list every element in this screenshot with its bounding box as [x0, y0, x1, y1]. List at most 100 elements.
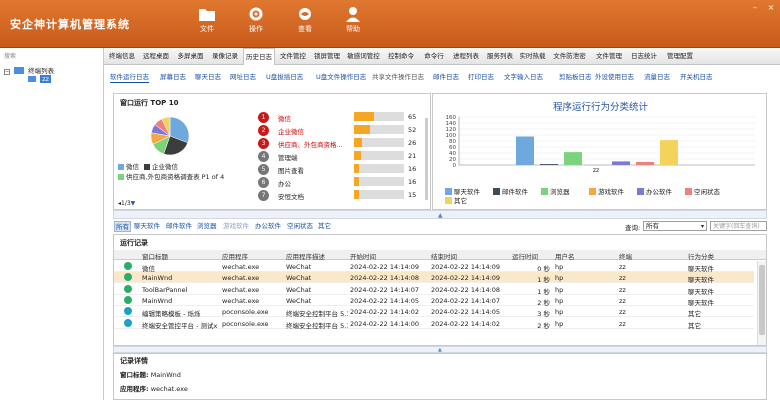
subtab-2[interactable]: 聊天日志 — [195, 72, 221, 83]
minimize-button[interactable]: – — [748, 3, 762, 13]
column-header[interactable]: 应用程序描述 — [286, 251, 325, 261]
ranking-row[interactable]: 5 图片查看 16 — [256, 164, 426, 175]
subtab-6[interactable]: 共享文件操作日志 — [372, 72, 424, 83]
column-header[interactable]: 行为分类 — [688, 251, 714, 261]
column-header[interactable]: 应用程序 — [222, 251, 248, 261]
subtab-5[interactable]: U盘文件操作日志 — [316, 72, 366, 83]
menu-tab-3[interactable]: 录像记录 — [209, 48, 241, 65]
menu-tab-11[interactable]: 服务列表 — [484, 48, 516, 65]
file-button[interactable]: 文件 — [187, 6, 227, 44]
ranking-row[interactable]: 3 供应商、外包商资格... 26 — [256, 138, 426, 149]
menu-tab-1[interactable]: 远程桌面 — [140, 48, 172, 65]
ranking-pager[interactable]: ◂1/3▼ — [118, 200, 135, 207]
column-header[interactable]: 终端 — [619, 251, 632, 261]
subtab-3[interactable]: 网址日志 — [230, 72, 256, 83]
detail-splitter[interactable]: ▲ — [113, 346, 767, 353]
record-details-panel: 记录详情 窗口标题: MainWnd 应用程序: wechat.exe — [113, 353, 767, 400]
table-row[interactable]: ToolBarPannel wechat.exe WeChat 2024-02-22 … — [114, 284, 754, 296]
legend-swatch — [685, 188, 692, 195]
ranking-row[interactable]: 2 企业微信 52 — [256, 125, 426, 136]
scroll-thumb[interactable] — [759, 265, 765, 335]
menu-tab-9[interactable]: 命令行 — [420, 48, 448, 65]
menu-tab-4[interactable]: 历史日志 — [243, 48, 275, 65]
table-row[interactable]: MainWnd wechat.exe WeChat 2024-02-22 14:14:… — [114, 272, 754, 284]
filter-tab-2[interactable]: 邮件软件 — [166, 221, 192, 232]
menu-tab-5[interactable]: 文件管控 — [277, 48, 309, 65]
query-select[interactable]: 所有 ▾ — [643, 221, 707, 231]
pie-legend-supplier: 供应商,外包商资格调查表 P1 of 4 — [118, 173, 230, 182]
table-row[interactable]: MainWnd wechat.exe WeChat 2024-02-22 14:14:… — [114, 295, 754, 307]
subtab-8[interactable]: 打印日志 — [468, 72, 494, 83]
eye-icon — [299, 8, 311, 20]
menu-tab-7[interactable]: 敏感词管控 — [345, 48, 382, 65]
menu-tab-6[interactable]: 锁屏管理 — [311, 48, 343, 65]
filter-bar: 查询: 所有 ▾ 关键字(回车查询) 所有 聊天软件 邮件软件 浏览器 游戏软件 办公软件空… — [113, 221, 767, 233]
table-cell: ToolBarPannel — [142, 285, 188, 294]
operate-button-label: 操作 — [249, 25, 263, 33]
keyword-search-input[interactable]: 关键字(回车查询) — [710, 221, 767, 231]
tree-item-zz[interactable]: zz — [28, 75, 51, 83]
filter-tab-0[interactable]: 所有 — [114, 221, 131, 232]
subtab-7[interactable]: 邮件日志 — [433, 72, 459, 83]
subtab-1[interactable]: 屏幕日志 — [160, 72, 186, 83]
tree-root[interactable]: − 终端列表 — [4, 65, 100, 75]
chart-legend-item: 邮件软件 — [493, 186, 528, 196]
expand-icon[interactable]: − — [4, 69, 10, 75]
ranking-row[interactable]: 4 管理端 21 — [256, 151, 426, 162]
next-page-icon[interactable]: ▼ — [131, 200, 136, 207]
subtab-10[interactable]: 剪贴板日志 — [559, 72, 592, 83]
ranking-scrollbar[interactable] — [425, 118, 428, 200]
menu-tab-15[interactable]: 日志统计 — [628, 48, 660, 65]
filter-tab-5[interactable]: 办公软件 — [255, 221, 281, 232]
column-header[interactable]: 运行时间 — [512, 251, 538, 261]
legend-swatch — [637, 188, 644, 195]
subtab-9[interactable]: 文字输入日志 — [504, 72, 543, 83]
menu-tab-10[interactable]: 进程列表 — [450, 48, 482, 65]
menu-tab-14[interactable]: 文件管理 — [592, 48, 626, 65]
view-button[interactable]: 查看 — [285, 6, 325, 44]
table-cell: zz — [619, 263, 626, 271]
subtab-11[interactable]: 外设使用日志 — [595, 72, 634, 83]
table-row[interactable]: 微信 wechat.exe WeChat 2024-02-22 14:14:09 202… — [114, 261, 754, 273]
subtab-13[interactable]: 开关机日志 — [680, 72, 713, 83]
filter-tab-3[interactable]: 浏览器 — [197, 221, 217, 232]
menu-tab-13[interactable]: 文件防泄密 — [549, 48, 590, 65]
table-scrollbar[interactable] — [757, 261, 766, 345]
menu-tab-12[interactable]: 实时热载 — [518, 48, 547, 65]
column-header[interactable]: 窗口标题 — [142, 251, 168, 261]
subtab-12[interactable]: 流量日志 — [644, 72, 670, 83]
menu-tab-16[interactable]: 管理配置 — [662, 48, 698, 65]
menu-tab-0[interactable]: 终端信息 — [106, 48, 138, 65]
filter-tab-6[interactable]: 空闲状态 — [287, 221, 313, 232]
column-header[interactable]: 用户名 — [555, 251, 575, 261]
filter-tab-7[interactable]: 其它 — [318, 221, 331, 232]
menu-tab-8[interactable]: 控制命令 — [384, 48, 418, 65]
pie-legend-label: 企业微信 — [152, 163, 178, 171]
collapse-arrow-icon[interactable]: ▲ — [438, 212, 443, 219]
tree-root-label: 终端列表 — [28, 67, 55, 75]
subtab-4[interactable]: U盘拔插日志 — [266, 72, 303, 83]
ranking-row[interactable]: 6 办公 16 — [256, 177, 426, 188]
column-header[interactable]: 结束时间 — [431, 251, 457, 261]
menu-tab-2[interactable]: 多屏桌面 — [174, 48, 207, 65]
rank-label: 企业微信 — [278, 128, 304, 136]
column-header[interactable]: 开始时间 — [350, 251, 376, 261]
app-title: 安企神计算机管理系统 — [10, 18, 130, 31]
tree-search-label[interactable]: 搜索 — [4, 51, 16, 60]
bar-1 — [540, 164, 558, 165]
rank-value: 16 — [408, 165, 417, 173]
ranking-row[interactable]: 7 安恒文档 15 — [256, 190, 426, 201]
subtab-0[interactable]: 软件运行日志 — [110, 72, 149, 83]
table-row[interactable]: 编辑策略模板 - 烁烁 poconsole.exe 终端安全控制平台 5.1 2024… — [114, 306, 754, 318]
table-cell: 2024-02-22 14:14:08 — [431, 285, 501, 294]
rank-badge: 3 — [258, 138, 269, 149]
filter-tab-1[interactable]: 聊天软件 — [134, 221, 160, 232]
table-row[interactable]: 终端安全管控平台 - 测试x poconsole.exe 终端安全控制平台 5.1 2… — [114, 318, 754, 330]
bar-3 — [588, 165, 606, 166]
close-button[interactable]: × — [764, 3, 778, 13]
bar-4 — [612, 161, 630, 165]
operate-button[interactable]: 操作 — [236, 6, 276, 44]
ranking-row[interactable]: 1 微信 65 — [256, 112, 426, 123]
help-button[interactable]: 帮助 — [333, 6, 373, 44]
panel-splitter[interactable]: ▲ — [113, 210, 767, 219]
